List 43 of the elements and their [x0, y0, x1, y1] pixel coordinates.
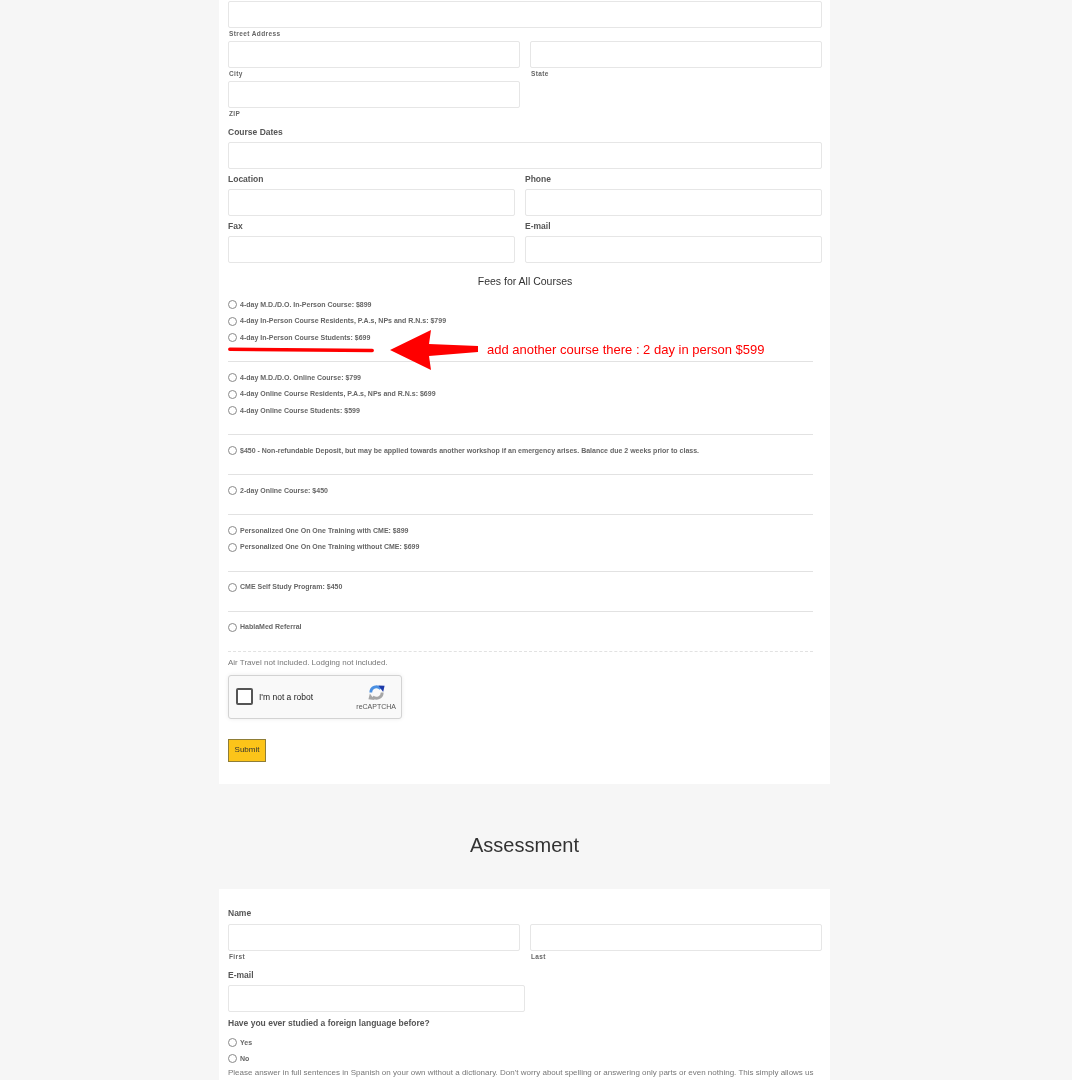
field-label: Location — [228, 173, 264, 186]
circular-arrows-icon — [366, 682, 386, 702]
input-field[interactable] — [228, 236, 515, 263]
field-label: E-mail — [228, 968, 254, 982]
input-field[interactable] — [525, 236, 822, 263]
radio-button[interactable] — [228, 316, 237, 326]
radio-button[interactable] — [228, 1054, 237, 1063]
field-label: Phone — [525, 173, 551, 186]
radio-button[interactable] — [228, 389, 237, 399]
section-title: Fees for All Courses — [477, 274, 573, 289]
input-field[interactable] — [228, 41, 520, 68]
radio-button[interactable] — [228, 333, 237, 343]
radio-button[interactable] — [228, 542, 237, 552]
input-field[interactable] — [228, 142, 822, 169]
radio-button[interactable] — [228, 486, 237, 496]
field-label: E-mail — [525, 220, 551, 233]
input-field[interactable] — [525, 189, 822, 216]
submit-button[interactable]: Submit — [228, 738, 266, 762]
note-text: Air Travel not included. Lodging not included. — [228, 656, 388, 669]
radio-button[interactable] — [228, 622, 237, 632]
input-field[interactable] — [228, 1, 822, 28]
checkbox-label: I'm not a robot — [259, 690, 314, 703]
field-label: Course Dates — [228, 126, 283, 139]
radio-button[interactable] — [228, 300, 237, 310]
checkbox[interactable] — [236, 688, 253, 705]
radio-button[interactable] — [228, 1038, 237, 1047]
field-label: Fax — [228, 220, 243, 233]
radio-button[interactable] — [228, 406, 237, 416]
input-field[interactable] — [228, 81, 520, 108]
field-label: Name — [228, 906, 252, 920]
input-field[interactable] — [228, 984, 525, 1012]
input-field[interactable] — [530, 41, 822, 68]
input-field[interactable] — [228, 189, 515, 216]
section-heading: Assessment — [470, 832, 579, 857]
annotation-text: add another course there : 2 day in person $599 — [487, 342, 765, 358]
radio-button[interactable] — [228, 582, 237, 592]
input-field[interactable] — [530, 923, 822, 951]
radio-button[interactable] — [228, 446, 237, 456]
instructions-text: Please answer in full sentences in Spanish on your own without a dictionary. Don't worry about spelling or answering only parts or even nothing. This simply allows us — [228, 1066, 814, 1078]
radio-button[interactable] — [228, 526, 237, 536]
input-field[interactable] — [228, 923, 520, 951]
question-label: Have you ever studied a foreign language before? — [228, 1016, 430, 1030]
radio-button[interactable] — [228, 373, 237, 383]
